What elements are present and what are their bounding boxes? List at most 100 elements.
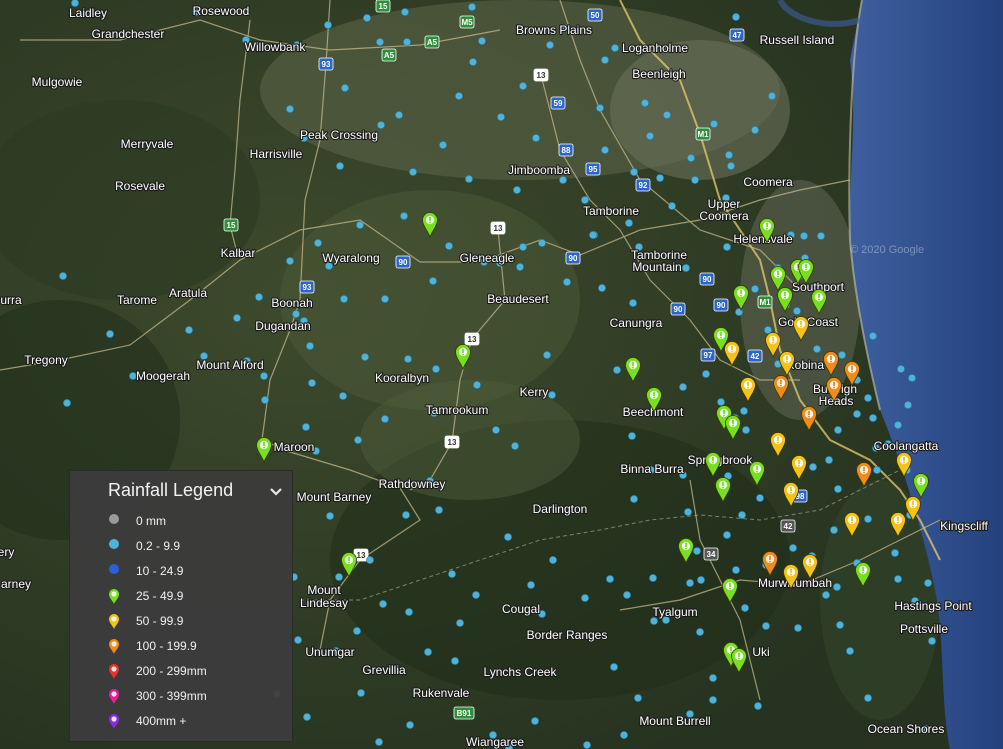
rainfall-dot[interactable] [424, 648, 432, 656]
rainfall-dot[interactable] [897, 365, 905, 373]
rainfall-dot[interactable] [751, 285, 759, 293]
rainfall-dot[interactable] [377, 121, 385, 129]
rainfall-dot[interactable] [864, 394, 872, 402]
rainfall-dot[interactable] [340, 295, 348, 303]
rainfall-dot[interactable] [641, 99, 649, 107]
rainfall-dot[interactable] [409, 168, 417, 176]
rainfall-dot[interactable] [308, 379, 316, 387]
rainfall-dot[interactable] [106, 330, 114, 338]
rainfall-dot[interactable] [663, 111, 671, 119]
rainfall-dot[interactable] [924, 579, 932, 587]
rainfall-dot[interactable] [740, 407, 748, 415]
chevron-down-icon[interactable] [268, 484, 284, 500]
rainfall-dot[interactable] [725, 151, 733, 159]
rainfall-dot[interactable] [400, 212, 408, 220]
rainfall-dot[interactable] [549, 556, 557, 564]
rainfall-dot[interactable] [813, 345, 821, 353]
rainfall-dot[interactable] [519, 82, 527, 90]
rainfall-dot[interactable] [455, 92, 463, 100]
rainfall-dot[interactable] [366, 556, 374, 564]
rainfall-dot[interactable] [233, 314, 241, 322]
rainfall-dot[interactable] [732, 13, 740, 21]
rainfall-dot[interactable] [646, 132, 654, 140]
rainfall-dot[interactable] [864, 515, 872, 523]
rainfall-dot[interactable] [836, 621, 844, 629]
rainfall-dot[interactable] [314, 239, 322, 247]
rainfall-dot[interactable] [869, 332, 877, 340]
rainfall-dot[interactable] [504, 533, 512, 541]
rainfall-dot[interactable] [532, 134, 540, 142]
rainfall-dot[interactable] [326, 512, 334, 520]
rainfall-dot[interactable] [339, 392, 347, 400]
rainfall-dot[interactable] [445, 242, 453, 250]
rainfall-dot[interactable] [513, 186, 521, 194]
rainfall-dot[interactable] [432, 365, 440, 373]
rainfall-dot[interactable] [363, 14, 371, 22]
rainfall-dot[interactable] [497, 113, 505, 121]
rainfall-dot[interactable] [469, 58, 477, 66]
rainfall-dot[interactable] [294, 636, 302, 644]
rainfall-dot[interactable] [628, 432, 636, 440]
rainfall-dot[interactable] [613, 366, 621, 374]
rainfall-dot[interactable] [709, 696, 717, 704]
rainfall-dot[interactable] [869, 414, 877, 422]
rainfall-dot[interactable] [478, 37, 486, 45]
rainfall-dot[interactable] [543, 351, 551, 359]
rainfall-dot[interactable] [625, 219, 633, 227]
rainfall-dot[interactable] [668, 202, 676, 210]
rainfall-dot[interactable] [800, 232, 808, 240]
rainfall-dot[interactable] [738, 511, 746, 519]
rainfall-dot[interactable] [794, 624, 802, 632]
rainfall-dot[interactable] [292, 310, 300, 318]
rainfall-dot[interactable] [583, 741, 591, 749]
rainfall-dot[interactable] [825, 456, 833, 464]
rainfall-dot[interactable] [687, 154, 695, 162]
rainfall-dot[interactable] [429, 277, 437, 285]
rainfall-dot[interactable] [472, 591, 480, 599]
rainfall-dot[interactable] [531, 717, 539, 725]
rainfall-dot[interactable] [873, 466, 881, 474]
rainfall-dot[interactable] [634, 694, 642, 702]
rainfall-dot[interactable] [261, 396, 269, 404]
rainfall-dot[interactable] [710, 120, 718, 128]
rainfall-dot[interactable] [402, 511, 410, 519]
rainfall-dot[interactable] [830, 526, 838, 534]
rainfall-dot[interactable] [511, 442, 519, 450]
rainfall-dot[interactable] [904, 401, 912, 409]
rainfall-dot[interactable] [405, 608, 413, 616]
rainfall-dot[interactable] [286, 257, 294, 265]
rainfall-dot[interactable] [448, 570, 456, 578]
rainfall-dot[interactable] [598, 284, 606, 292]
rainfall-dot[interactable] [611, 44, 619, 52]
rainfall-dot[interactable] [601, 146, 609, 154]
rainfall-dot[interactable] [742, 426, 750, 434]
rainfall-dot[interactable] [751, 126, 759, 134]
rainfall-dot[interactable] [723, 531, 731, 539]
rainfall-dot[interactable] [439, 141, 447, 149]
rainfall-dot[interactable] [894, 575, 902, 583]
rainfall-dot[interactable] [376, 38, 384, 46]
rainfall-dot[interactable] [864, 694, 872, 702]
rainfall-dot[interactable] [702, 370, 710, 378]
rainfall-dot[interactable] [789, 544, 797, 552]
rainfall-dot[interactable] [684, 508, 692, 516]
rainfall-dot[interactable] [723, 243, 731, 251]
rainfall-dot[interactable] [620, 731, 628, 739]
rainfall-dot[interactable] [401, 8, 409, 16]
rainfall-dot[interactable] [306, 342, 314, 350]
rainfall-dot[interactable] [610, 663, 618, 671]
rainfall-dot[interactable] [630, 495, 638, 503]
rainfall-dot[interactable] [538, 239, 546, 247]
rainfall-dot[interactable] [356, 221, 364, 229]
rainfall-dot[interactable] [846, 647, 854, 655]
rainfall-dot[interactable] [686, 579, 694, 587]
rainfall-dot[interactable] [404, 355, 412, 363]
rainfall-dot[interactable] [335, 573, 343, 581]
rainfall-dot[interactable] [473, 381, 481, 389]
rainfall-dot[interactable] [838, 351, 846, 359]
rainfall-dot[interactable] [456, 619, 464, 627]
rainfall-dot[interactable] [717, 398, 725, 406]
rainfall-dot[interactable] [682, 264, 690, 272]
rainfall-dot[interactable] [361, 353, 369, 361]
rainfall-dot[interactable] [891, 549, 899, 557]
